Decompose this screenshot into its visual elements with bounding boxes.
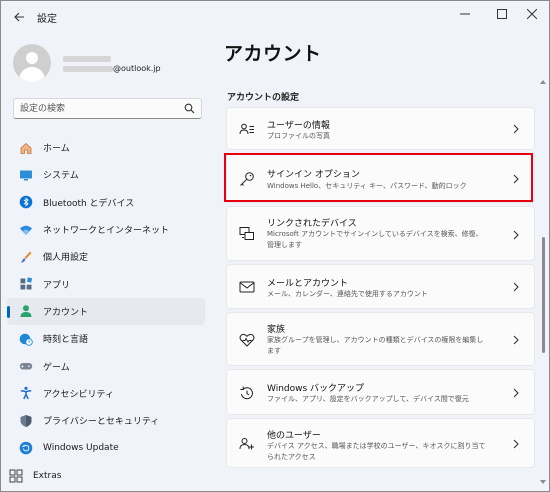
minimize-button[interactable] — [448, 1, 482, 27]
chevron-right-icon — [513, 230, 519, 240]
extras-grid-icon — [9, 469, 23, 483]
card-linked-devices[interactable]: リンクされたデバイス Microsoft アカウントでサインインしているデバイス… — [226, 206, 535, 261]
scroll-down-arrow-icon[interactable] — [539, 479, 547, 485]
card-family[interactable]: 家族 家族グループを管理し、アカウントの種類とデバイスの権限を編集します — [226, 312, 535, 366]
maximize-button[interactable] — [485, 1, 519, 27]
brush-icon — [21, 251, 32, 263]
sidebar-item-system[interactable]: システム — [7, 161, 205, 188]
sidebar-nav: ホーム システム Bluetooth とデバイス ネットワークとインターネット … — [7, 134, 205, 462]
apps-icon — [20, 277, 33, 290]
sidebar-item-label: プライバシーとセキュリティ — [43, 417, 160, 428]
profile-email-suffix: @outlook.jp — [113, 64, 161, 73]
system-icon — [20, 170, 32, 181]
sidebar-item-privacy[interactable]: プライバシーとセキュリティ — [7, 407, 205, 434]
search-icon[interactable] — [184, 103, 195, 114]
key-icon — [240, 172, 254, 186]
sidebar-item-personalization[interactable]: 個人用設定 — [7, 243, 205, 270]
card-windows-backup[interactable]: Windows バックアップ ファイル、アプリ、設定をバックアップして、デバイス… — [226, 369, 535, 415]
sidebar-item-gaming[interactable]: ゲーム — [7, 352, 205, 379]
chevron-right-icon — [513, 335, 519, 345]
card-desc: Windows Hello、セキュリティ キー、パスワード、動的ロック — [267, 182, 467, 190]
user-info-icon — [239, 123, 254, 135]
family-heart-icon — [239, 333, 255, 347]
linked-devices-icon — [239, 227, 254, 240]
sidebar-item-label: 個人用設定 — [43, 253, 89, 264]
close-icon — [527, 9, 537, 19]
sidebar-item-accounts[interactable]: アカウント — [7, 297, 205, 326]
title-bar: 設定 — [1, 1, 549, 33]
profile-email: @outlook.jp — [63, 64, 161, 73]
sidebar-item-accessibility[interactable]: アクセシビリティ — [7, 380, 205, 407]
chevron-right-icon — [513, 282, 519, 292]
card-desc: 家族グループを管理し、アカウントの種類とデバイスの権限を編集します — [267, 336, 484, 355]
card-desc: プロファイルの写真 — [267, 132, 330, 140]
scroll-up-arrow-icon[interactable] — [539, 79, 547, 85]
card-desc: ファイル、アプリ、設定をバックアップして、デバイス間で復元 — [267, 395, 469, 403]
page-title: アカウント — [224, 43, 322, 65]
backup-icon — [240, 386, 253, 400]
card-title: メールとアカウント — [267, 279, 349, 289]
sidebar-item-bluetooth[interactable]: Bluetooth とデバイス — [7, 189, 205, 216]
search-box — [13, 98, 202, 119]
sidebar-item-label: システム — [43, 171, 79, 182]
sidebar-item-label: Windows Update — [43, 442, 119, 453]
account-icon — [20, 305, 32, 318]
sidebar-item-time-language[interactable]: 時刻と言語 — [7, 325, 205, 352]
search-input[interactable] — [20, 102, 180, 116]
sidebar-item-windows-update[interactable]: Windows Update — [7, 434, 205, 461]
card-title: サインイン オプション — [267, 170, 360, 180]
sidebar-item-label: ゲーム — [43, 362, 70, 373]
card-title: ユーザーの情報 — [267, 121, 330, 131]
globe-clock-icon — [19, 333, 33, 346]
close-button[interactable] — [515, 1, 549, 27]
sidebar-item-label: アカウント — [43, 307, 89, 318]
update-icon — [19, 441, 33, 455]
sidebar-item-label: ホーム — [43, 144, 70, 155]
sidebar-item-apps[interactable]: アプリ — [7, 270, 205, 297]
card-other-users[interactable]: 他のユーザー デバイス アクセス、職場または学校のユーザー、キオスクに割り当てら… — [226, 418, 535, 468]
back-button[interactable] — [9, 7, 29, 27]
other-users-icon — [239, 438, 254, 450]
chevron-right-icon — [513, 439, 519, 449]
settings-window: 設定 @outlook.jp ホーム システム — [0, 0, 550, 492]
shield-icon — [20, 414, 32, 427]
sidebar-item-label: アプリ — [43, 280, 71, 291]
section-title: アカウントの設定 — [227, 93, 300, 103]
chevron-right-icon — [513, 174, 519, 184]
chevron-right-icon — [513, 124, 519, 134]
card-desc: メール、カレンダー、連絡先で使用するアカウント — [267, 290, 428, 298]
home-icon — [20, 142, 32, 154]
sidebar-item-extras[interactable]: Extras — [9, 469, 61, 483]
settings-card-list: ユーザーの情報 プロファイルの写真 サインイン オプション Windows He… — [226, 107, 535, 471]
card-signin-options[interactable]: サインイン オプション Windows Hello、セキュリティ キー、パスワー… — [226, 153, 535, 203]
wifi-icon — [20, 225, 32, 235]
minimize-icon — [460, 13, 470, 15]
card-desc: デバイス アクセス、職場または学校のユーザー、キオスクに割り当てられたアクセス — [267, 442, 486, 461]
app-title: 設定 — [37, 14, 57, 25]
extras-label: Extras — [33, 471, 62, 481]
card-title: Windows バックアップ — [267, 384, 365, 394]
sidebar-item-label: アクセシビリティ — [43, 389, 115, 400]
gamepad-icon — [19, 363, 33, 370]
back-arrow-icon — [13, 12, 24, 22]
accessibility-icon — [20, 387, 32, 400]
card-title: 家族 — [267, 325, 286, 335]
scrollbar-thumb[interactable] — [542, 237, 545, 353]
mail-icon — [239, 281, 255, 293]
profile-name-redacted — [63, 51, 111, 65]
sidebar-item-home[interactable]: ホーム — [7, 134, 205, 161]
card-user-info[interactable]: ユーザーの情報 プロファイルの写真 — [226, 107, 535, 150]
card-title: リンクされたデバイス — [267, 219, 357, 229]
sidebar-item-label: ネットワークとインターネット — [43, 226, 170, 237]
card-title: 他のユーザー — [267, 431, 321, 441]
sidebar-item-label: 時刻と言語 — [43, 335, 89, 346]
card-desc: Microsoft アカウントでサインインしているデバイスを検索、修復、管理しま… — [267, 230, 483, 249]
card-email-accounts[interactable]: メールとアカウント メール、カレンダー、連絡先で使用するアカウント — [226, 264, 535, 309]
bluetooth-icon — [19, 195, 33, 209]
maximize-icon — [497, 9, 507, 19]
sidebar-item-label: Bluetooth とデバイス — [43, 198, 135, 209]
avatar[interactable] — [13, 44, 51, 82]
chevron-right-icon — [513, 388, 519, 398]
sidebar-item-network[interactable]: ネットワークとインターネット — [7, 216, 205, 243]
